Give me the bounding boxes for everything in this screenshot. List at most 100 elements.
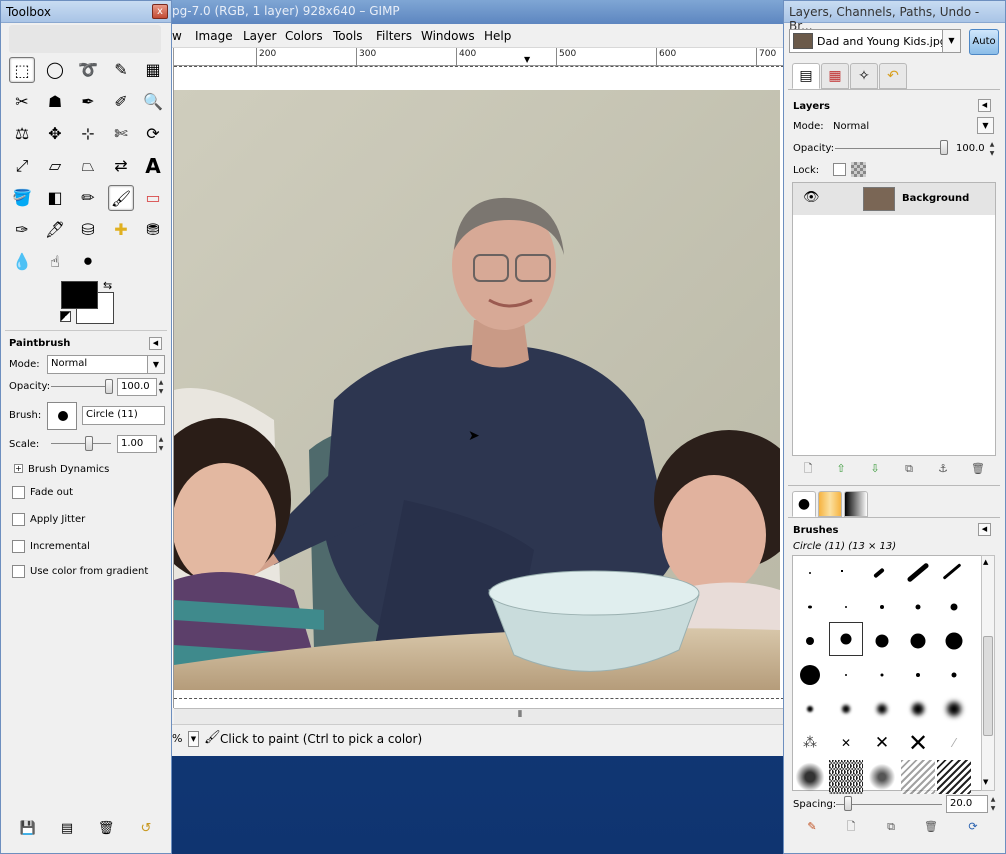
ellipse-select-tool-icon[interactable]: ◯ [42, 57, 68, 83]
incremental-checkbox[interactable] [12, 540, 25, 553]
brush-thumb[interactable] [793, 624, 827, 658]
brush-thumb[interactable] [901, 692, 935, 726]
apply-jitter-checkbox[interactable] [12, 513, 25, 526]
layer-mode-value[interactable]: Normal [833, 121, 869, 132]
scale-tool-icon[interactable]: ⤢ [9, 153, 35, 179]
brush-thumb[interactable] [937, 658, 971, 692]
scale-slider[interactable] [51, 443, 111, 444]
menu-colors[interactable]: Colors [285, 29, 323, 43]
fuzzy-select-tool-icon[interactable]: ✎ [108, 57, 134, 83]
airbrush-tool-icon[interactable]: ✑ [9, 217, 35, 243]
brush-thumb[interactable] [865, 692, 899, 726]
image-window-titlebar[interactable]: pg-7.0 (RGB, 1 layer) 928x640 – GIMP [168, 0, 784, 24]
photo[interactable] [174, 90, 780, 690]
brush-thumb[interactable] [793, 760, 827, 794]
brush-thumb[interactable] [829, 692, 863, 726]
dock-titlebar[interactable]: Layers, Channels, Paths, Undo - Br... [784, 1, 1005, 33]
brush-thumb[interactable] [937, 556, 971, 590]
crop-tool-icon[interactable]: ✄ [108, 121, 134, 147]
spinner-arrows-icon[interactable]: ▲ ▼ [988, 140, 996, 158]
paths-tool-icon[interactable]: ✒ [75, 89, 101, 115]
brush-thumb[interactable] [937, 760, 971, 794]
move-tool-icon[interactable]: ✥ [42, 121, 68, 147]
heal-tool-icon[interactable]: ✚ [108, 217, 134, 243]
delete-options-icon[interactable]: 🗑 [97, 820, 115, 838]
wilber-drop-area[interactable] [9, 25, 161, 53]
brush-thumb[interactable]: ✕ [865, 726, 899, 760]
anchor-layer-icon[interactable]: ⚓ [934, 460, 952, 478]
brush-thumb[interactable] [865, 624, 899, 658]
image-selector-dropdown[interactable]: Dad and Young Kids.jpg-7 ▼ [789, 29, 961, 53]
menu-layer[interactable]: Layer [243, 29, 276, 43]
scale-slider-handle[interactable] [85, 436, 93, 451]
brush-thumb[interactable] [937, 590, 971, 624]
align-tool-icon[interactable]: ⊹ [75, 121, 101, 147]
zoom-tool-icon[interactable]: 🔍 [140, 89, 166, 115]
brush-thumb[interactable] [865, 658, 899, 692]
brush-thumb[interactable] [793, 658, 827, 692]
save-options-icon[interactable]: 💾 [19, 820, 37, 838]
flip-tool-icon[interactable]: ⇄ [108, 153, 134, 179]
dodge-burn-tool-icon[interactable]: ⚫ [75, 249, 101, 275]
brush-thumb[interactable] [793, 692, 827, 726]
brush-thumb[interactable]: ✕ [901, 726, 935, 760]
color-select-tool-icon[interactable]: ▦ [140, 57, 166, 83]
duplicate-brush-icon[interactable]: ⧉ [882, 818, 900, 836]
smudge-tool-icon[interactable]: ☝ [42, 249, 68, 275]
reset-options-icon[interactable]: ↺ [137, 820, 155, 838]
spacing-slider-handle[interactable] [844, 796, 852, 811]
lower-layer-icon[interactable]: ⇩ [866, 460, 884, 478]
brush-thumb[interactable] [793, 590, 827, 624]
toolbox-titlebar[interactable]: Toolbox x [1, 1, 171, 23]
rotate-tool-icon[interactable]: ⟳ [140, 121, 166, 147]
scale-spinner[interactable]: 1.00 [117, 435, 157, 453]
brush-thumb[interactable] [937, 692, 971, 726]
eraser-tool-icon[interactable]: ▭ [140, 185, 166, 211]
brush-thumb[interactable] [829, 760, 863, 794]
new-brush-icon[interactable]: 🗋 [842, 818, 860, 836]
brush-thumb[interactable] [901, 556, 935, 590]
layer-opacity-slider-handle[interactable] [940, 140, 948, 155]
brush-thumb[interactable] [829, 556, 863, 590]
menu-tools[interactable]: Tools [333, 29, 363, 43]
gradient-color-checkbox[interactable] [12, 565, 25, 578]
foreground-color-swatch[interactable] [61, 281, 98, 309]
new-layer-icon[interactable]: 🗋 [799, 460, 817, 478]
default-colors-icon[interactable] [60, 311, 71, 322]
swap-colors-icon[interactable]: ⇆ [103, 279, 112, 292]
layer-opacity-slider[interactable] [835, 148, 945, 149]
menu-view[interactable]: w [172, 29, 182, 43]
delete-layer-icon[interactable]: 🗑 [969, 460, 987, 478]
refresh-brushes-icon[interactable]: ⟳ [964, 818, 982, 836]
tab-menu-icon[interactable]: ◀ [149, 337, 162, 350]
tab-patterns-icon[interactable] [818, 491, 842, 517]
brush-thumb[interactable]: ⁂ [793, 726, 827, 760]
bucket-fill-tool-icon[interactable]: 🪣 [9, 185, 35, 211]
auto-button[interactable]: Auto [969, 29, 999, 55]
eye-visibility-icon[interactable]: 👁 [803, 190, 820, 205]
brush-preview-button[interactable] [47, 402, 77, 430]
close-icon[interactable]: x [152, 4, 168, 19]
brush-thumb[interactable] [829, 658, 863, 692]
menu-image[interactable]: Image [195, 29, 233, 43]
spinner-arrows-icon[interactable]: ▲ ▼ [989, 795, 997, 813]
brush-thumb[interactable] [901, 658, 935, 692]
layer-opacity-value[interactable]: 100.0 [956, 143, 985, 154]
brush-thumb[interactable]: ⁄ [937, 726, 971, 760]
opacity-slider[interactable] [51, 386, 111, 387]
perspective-tool-icon[interactable]: ⏢ [75, 153, 101, 179]
brush-grid-scrollbar[interactable]: ▲ ▼ [981, 555, 995, 791]
lock-alpha-checkbox[interactable] [833, 163, 846, 176]
restore-options-icon[interactable]: ▤ [58, 820, 76, 838]
brush-thumb[interactable] [901, 624, 935, 658]
expand-icon[interactable]: + [14, 464, 23, 473]
brush-thumb[interactable] [901, 590, 935, 624]
brush-thumb[interactable] [901, 760, 935, 794]
scrollbar-thumb[interactable] [983, 636, 993, 736]
delete-brush-icon[interactable]: 🗑 [922, 818, 940, 836]
brush-thumb[interactable] [829, 590, 863, 624]
edit-brush-icon[interactable]: ✎ [803, 818, 821, 836]
blend-tool-icon[interactable]: ◧ [42, 185, 68, 211]
brush-thumb[interactable]: ✕ [829, 726, 863, 760]
free-select-tool-icon[interactable]: ➰ [75, 57, 101, 83]
